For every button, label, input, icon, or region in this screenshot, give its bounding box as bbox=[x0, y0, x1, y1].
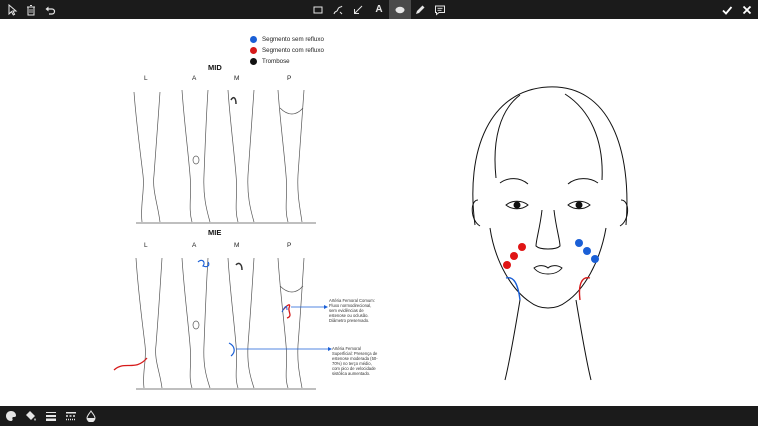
anatomy-drawings bbox=[113, 86, 629, 390]
red-marker[interactable] bbox=[518, 243, 526, 251]
blue-vein-marking bbox=[228, 342, 235, 357]
blue-marker[interactable] bbox=[591, 255, 599, 263]
line-weight-tool-button[interactable] bbox=[42, 406, 60, 426]
fill-tool-button[interactable] bbox=[22, 406, 40, 426]
opacity-drop-icon bbox=[86, 410, 96, 422]
face-drawing bbox=[471, 86, 629, 381]
hatched-region bbox=[235, 262, 243, 271]
leg-diagram-mie bbox=[135, 257, 316, 390]
line-style-icon bbox=[66, 412, 76, 421]
blue-vein-marking bbox=[505, 277, 521, 301]
blue-marker[interactable] bbox=[583, 247, 591, 255]
red-marker[interactable] bbox=[503, 261, 511, 269]
leg-diagram-mid bbox=[133, 89, 316, 224]
red-marker[interactable] bbox=[510, 252, 518, 260]
callout-arrow-icon bbox=[324, 305, 328, 309]
fill-bucket-icon bbox=[26, 411, 36, 421]
opacity-tool-button[interactable] bbox=[82, 406, 100, 426]
red-vein-marking bbox=[113, 357, 148, 371]
line-style-tool-button[interactable] bbox=[62, 406, 80, 426]
hatched-region bbox=[230, 96, 237, 105]
palette-icon bbox=[6, 411, 16, 421]
palette-tool-button[interactable] bbox=[2, 406, 20, 426]
line-weight-icon bbox=[46, 412, 56, 421]
red-vein-marking bbox=[578, 277, 591, 301]
blue-vein-marking bbox=[197, 259, 210, 268]
bottom-toolbar bbox=[0, 406, 758, 426]
callout-arrow-icon bbox=[328, 347, 332, 351]
blue-marker[interactable] bbox=[575, 239, 583, 247]
